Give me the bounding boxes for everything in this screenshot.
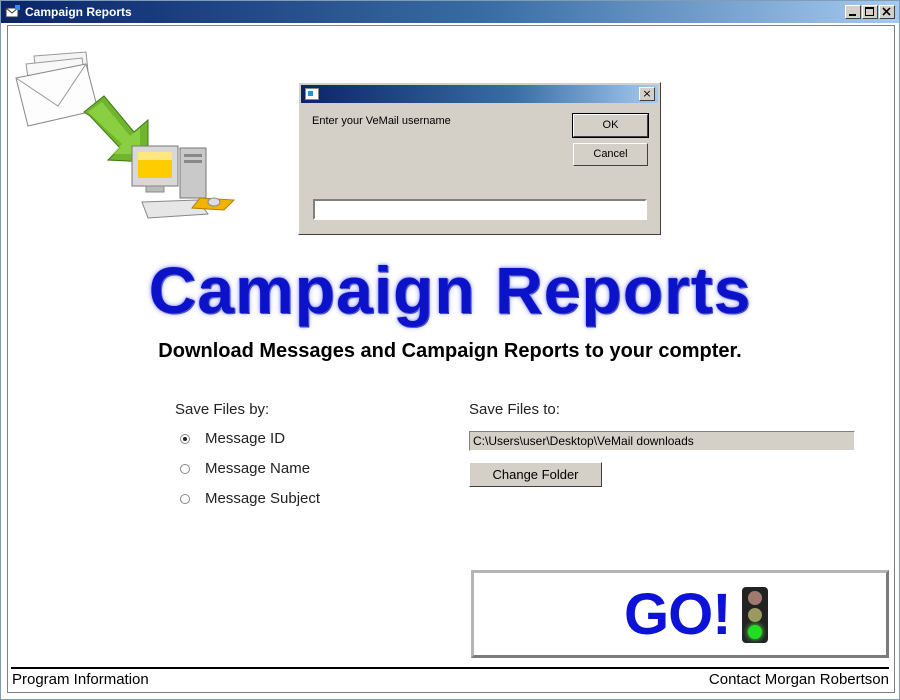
- maximize-button[interactable]: [862, 5, 878, 19]
- close-button[interactable]: [879, 5, 895, 19]
- close-icon: ×: [642, 87, 652, 100]
- dialog-app-icon: [305, 88, 319, 100]
- radio-message-subject[interactable]: [180, 494, 190, 504]
- page-title: Campaign Reports: [148, 253, 752, 327]
- cancel-button[interactable]: Cancel: [573, 143, 648, 166]
- dialog-close-button[interactable]: ×: [639, 87, 655, 101]
- red-lamp: [748, 591, 762, 605]
- go-label: GO!: [624, 582, 732, 647]
- save-to-label: Save Files to:: [469, 401, 560, 418]
- radio-message-name[interactable]: [180, 464, 190, 474]
- minimize-button[interactable]: [845, 5, 861, 19]
- traffic-light-icon: [742, 587, 768, 643]
- radio-message-id[interactable]: [180, 434, 190, 444]
- username-dialog: × Enter your VeMail username OK Cancel: [298, 82, 661, 235]
- username-input[interactable]: [313, 199, 647, 220]
- computer-icon: [131, 145, 236, 219]
- radio-label-message-subject[interactable]: Message Subject: [205, 490, 320, 507]
- contact-link[interactable]: Contact Morgan Robertson: [709, 671, 889, 688]
- dialog-prompt: Enter your VeMail username: [312, 115, 451, 127]
- maximize-icon: [865, 7, 874, 16]
- ok-button[interactable]: OK: [572, 113, 649, 138]
- program-information-link[interactable]: Program Information: [12, 671, 149, 688]
- go-button[interactable]: GO!: [471, 570, 889, 658]
- save-by-label: Save Files by:: [175, 401, 270, 418]
- minimize-icon: [849, 14, 856, 16]
- radio-label-message-id[interactable]: Message ID: [205, 430, 285, 447]
- email-to-computer-illustration: [15, 51, 236, 219]
- page-subtitle: Download Messages and Campaign Reports t…: [158, 340, 742, 362]
- radio-label-message-name[interactable]: Message Name: [205, 460, 310, 477]
- app-icon: [5, 5, 20, 18]
- change-folder-button[interactable]: Change Folder: [469, 462, 602, 487]
- envelope-icon: [15, 51, 99, 127]
- dialog-title-bar[interactable]: ×: [301, 85, 658, 103]
- window-title: Campaign Reports: [25, 5, 132, 19]
- save-path-field[interactable]: C:\Users\user\Desktop\VeMail downloads: [469, 431, 855, 451]
- green-lamp: [748, 625, 762, 639]
- title-bar[interactable]: Campaign Reports: [1, 1, 899, 23]
- footer-divider: [11, 667, 889, 669]
- close-icon: [882, 7, 891, 16]
- yellow-lamp: [748, 608, 762, 622]
